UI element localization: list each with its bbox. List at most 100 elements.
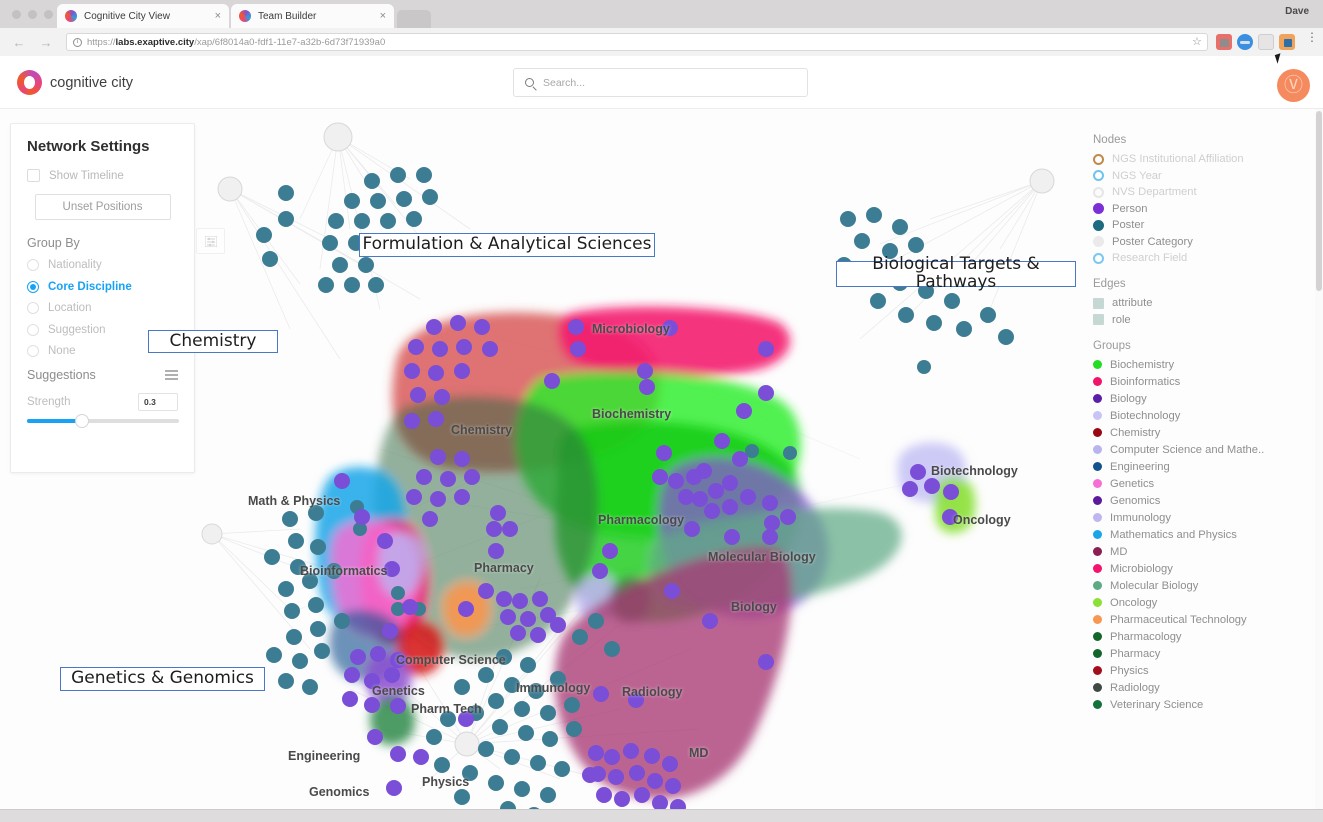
legend-label: Person bbox=[1112, 202, 1148, 215]
legend-group-pharmacology[interactable]: Pharmacology bbox=[1093, 631, 1308, 643]
radio-label: Nationality bbox=[48, 259, 102, 271]
radio-button[interactable] bbox=[27, 302, 39, 314]
close-tab-icon[interactable]: × bbox=[215, 10, 221, 22]
cluster-label-computer-science: Computer Science bbox=[396, 653, 506, 667]
legend-node-person[interactable]: Person bbox=[1093, 203, 1308, 215]
radio-button[interactable] bbox=[27, 323, 39, 336]
legend-label: Oncology bbox=[1110, 596, 1158, 609]
radio-label: Location bbox=[48, 302, 92, 314]
bookmark-star-icon[interactable]: ☆ bbox=[1192, 35, 1202, 48]
extension-icon-4[interactable] bbox=[1279, 34, 1295, 50]
profile-name[interactable]: Dave bbox=[1285, 6, 1309, 17]
legend-node-ngs-institutional-affiliation[interactable]: NGS Institutional Affiliation bbox=[1093, 153, 1308, 165]
legend-color-dot bbox=[1093, 598, 1102, 607]
legend-label: Pharmacology bbox=[1110, 630, 1182, 643]
legend-group-biotechnology[interactable]: Biotechnology bbox=[1093, 410, 1308, 422]
legend-edge-attribute[interactable]: attribute bbox=[1093, 297, 1308, 309]
legend-color-dot bbox=[1093, 666, 1102, 675]
group-by-option-location[interactable]: Location bbox=[27, 302, 178, 314]
cluster-label-biology: Biology bbox=[731, 600, 777, 614]
strength-label: Strength bbox=[27, 396, 71, 408]
legend-groups-header: Groups bbox=[1093, 339, 1131, 352]
strength-slider[interactable] bbox=[27, 414, 179, 428]
minimize-window-button[interactable] bbox=[28, 10, 37, 19]
unset-positions-button[interactable]: Unset Positions bbox=[34, 194, 171, 220]
legend-node-nvs-department[interactable]: NVS Department bbox=[1093, 186, 1308, 198]
browser-menu-icon[interactable]: ⋮ bbox=[1306, 31, 1318, 43]
brand-title: cognitive city bbox=[50, 75, 134, 91]
group-by-option-nationality[interactable]: Nationality bbox=[27, 259, 178, 271]
legend-group-pharmaceutical-technology[interactable]: Pharmaceutical Technology bbox=[1093, 614, 1308, 626]
favicon-icon bbox=[239, 10, 251, 22]
legend-label: Microbiology bbox=[1110, 562, 1173, 575]
legend-group-bioinformatics[interactable]: Bioinformatics bbox=[1093, 376, 1308, 388]
radio-button[interactable] bbox=[27, 259, 39, 271]
strength-value-input[interactable]: 0.3 bbox=[138, 393, 178, 411]
legend-group-computer-science-and-mathe-[interactable]: Computer Science and Mathe.. bbox=[1093, 444, 1308, 456]
legend-group-molecular-biology[interactable]: Molecular Biology bbox=[1093, 580, 1308, 592]
cognitive-city-logo-icon[interactable] bbox=[17, 70, 42, 95]
legend-label: Physics bbox=[1110, 664, 1149, 677]
annotation-text: Chemistry bbox=[169, 330, 257, 351]
avatar[interactable]: Ⓥ bbox=[1277, 69, 1310, 102]
legend-group-md[interactable]: MD bbox=[1093, 546, 1308, 558]
sliders-icon bbox=[204, 235, 217, 247]
legend-group-microbiology[interactable]: Microbiology bbox=[1093, 563, 1308, 575]
close-window-button[interactable] bbox=[12, 10, 21, 19]
legend-group-biochemistry[interactable]: Biochemistry bbox=[1093, 359, 1308, 371]
show-timeline-row[interactable]: Show Timeline bbox=[27, 169, 178, 182]
close-tab-icon[interactable]: × bbox=[380, 10, 386, 22]
legend-group-mathematics-and-physics[interactable]: Mathematics and Physics bbox=[1093, 529, 1308, 541]
window-controls[interactable] bbox=[12, 10, 53, 19]
legend-color-dot bbox=[1093, 700, 1102, 709]
show-timeline-label: Show Timeline bbox=[49, 169, 124, 182]
legend-node-ngs-year[interactable]: NGS Year bbox=[1093, 170, 1308, 182]
extension-icon-3[interactable] bbox=[1258, 34, 1274, 50]
graph-settings-button[interactable] bbox=[196, 228, 225, 254]
site-info-icon[interactable] bbox=[73, 37, 82, 47]
search-input[interactable]: Search... bbox=[513, 68, 808, 97]
radio-button[interactable] bbox=[27, 280, 39, 293]
legend-color-dot bbox=[1093, 530, 1102, 539]
legend-group-pharmacy[interactable]: Pharmacy bbox=[1093, 648, 1308, 660]
graph-workspace[interactable]: Microbiology Chemistry Biochemistry Pharmac… bbox=[0, 109, 1323, 809]
legend-group-biology[interactable]: Biology bbox=[1093, 393, 1308, 405]
extension-icon-1[interactable] bbox=[1216, 34, 1232, 50]
scrollbar-thumb[interactable] bbox=[1316, 111, 1322, 291]
vertical-scrollbar[interactable] bbox=[1315, 109, 1323, 809]
cluster-label-engineering: Engineering bbox=[288, 749, 361, 763]
legend-group-chemistry[interactable]: Chemistry bbox=[1093, 427, 1308, 439]
url-path: /xap/6f8014a0-fdf1-11e7-a32b-6d73f71939a… bbox=[194, 36, 386, 48]
extension-icon-2[interactable] bbox=[1237, 34, 1253, 50]
legend-edge-role[interactable]: role bbox=[1093, 314, 1308, 326]
legend-group-immunology[interactable]: Immunology bbox=[1093, 512, 1308, 524]
browser-tab-cognitive-city-view[interactable]: Cognitive City View × bbox=[57, 4, 229, 28]
legend-node-poster[interactable]: Poster bbox=[1093, 219, 1308, 231]
slider-knob[interactable] bbox=[75, 414, 89, 428]
legend-color-dot bbox=[1093, 581, 1102, 590]
legend-group-genetics[interactable]: Genetics bbox=[1093, 478, 1308, 490]
legend-group-radiology[interactable]: Radiology bbox=[1093, 682, 1308, 694]
legend-group-physics[interactable]: Physics bbox=[1093, 665, 1308, 677]
new-tab-button[interactable] bbox=[397, 10, 431, 28]
tab-strip: Cognitive City View × Team Builder × Dav… bbox=[0, 0, 1323, 28]
legend-color-dot bbox=[1093, 649, 1102, 658]
show-timeline-checkbox[interactable] bbox=[27, 169, 40, 182]
back-icon[interactable]: ← bbox=[11, 35, 27, 50]
legend-group-oncology[interactable]: Oncology bbox=[1093, 597, 1308, 609]
legend-group-genomics[interactable]: Genomics bbox=[1093, 495, 1308, 507]
address-bar[interactable]: https://labs.exaptive.city/xap/6f8014a0-… bbox=[66, 33, 1208, 51]
group-by-option-core-discipline[interactable]: Core Discipline bbox=[27, 280, 178, 293]
legend-color-dot bbox=[1093, 170, 1104, 181]
list-icon[interactable] bbox=[165, 369, 178, 381]
forward-icon[interactable]: → bbox=[38, 35, 54, 50]
radio-button[interactable] bbox=[27, 345, 39, 357]
legend-group-engineering[interactable]: Engineering bbox=[1093, 461, 1308, 473]
legend-group-veterinary-science[interactable]: Veterinary Science bbox=[1093, 699, 1308, 711]
legend-node-research-field[interactable]: Research Field bbox=[1093, 252, 1308, 264]
legend-node-poster-category[interactable]: Poster Category bbox=[1093, 236, 1308, 248]
browser-tab-team-builder[interactable]: Team Builder × bbox=[231, 4, 394, 28]
maximize-window-button[interactable] bbox=[44, 10, 53, 19]
legend-color-dot bbox=[1093, 203, 1104, 214]
cluster-label-biochemistry: Biochemistry bbox=[592, 407, 672, 421]
